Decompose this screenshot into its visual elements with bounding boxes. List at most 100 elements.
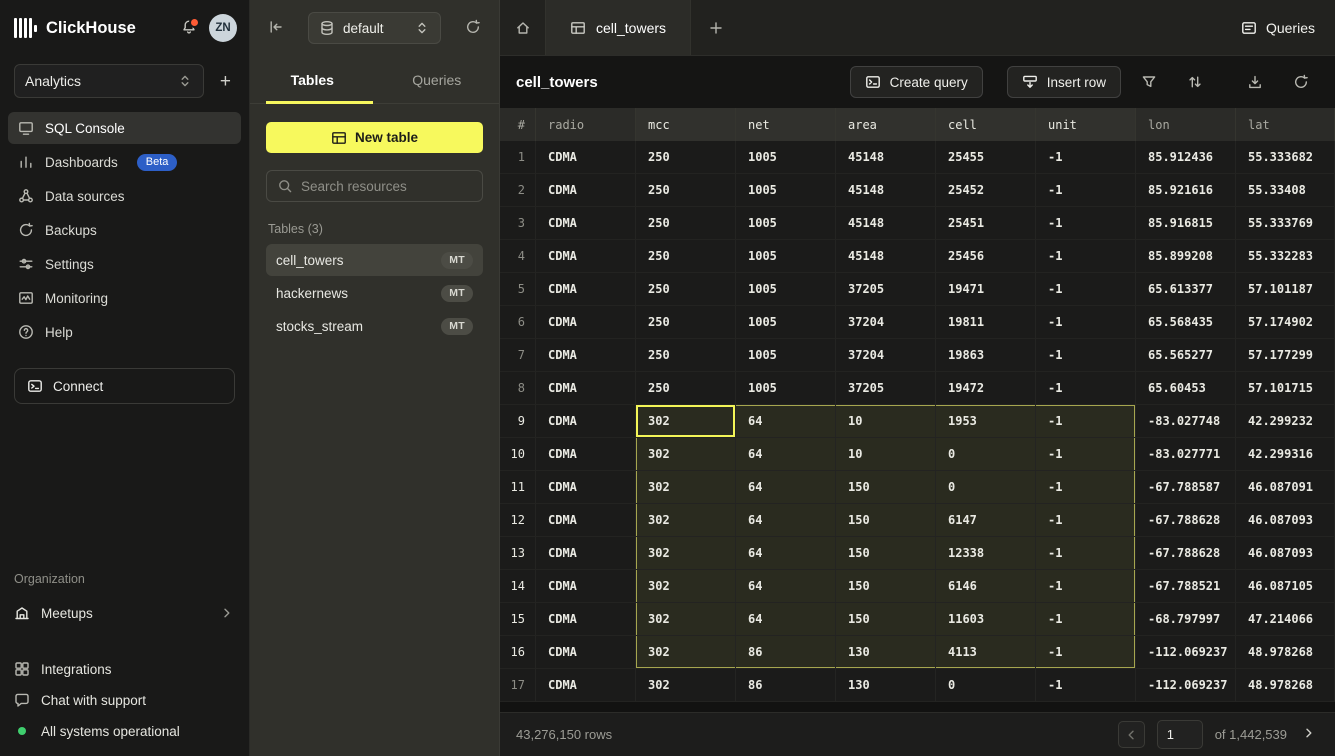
download-button[interactable]: [1237, 66, 1273, 98]
grid-cell[interactable]: CDMA: [536, 636, 636, 668]
new-tab-button[interactable]: [691, 0, 741, 55]
grid-cell[interactable]: 150: [836, 471, 936, 503]
sidebar-item-sql-console[interactable]: SQL Console: [8, 112, 241, 144]
new-table-button[interactable]: New table: [266, 122, 483, 153]
grid-cell[interactable]: -1: [1036, 570, 1136, 602]
grid-cell[interactable]: CDMA: [536, 669, 636, 701]
sidebar-item-help[interactable]: Help: [8, 316, 241, 348]
row-number[interactable]: 9: [500, 405, 536, 437]
grid-cell[interactable]: 250: [636, 273, 736, 305]
row-number[interactable]: 13: [500, 537, 536, 569]
row-number[interactable]: 6: [500, 306, 536, 338]
row-number[interactable]: 14: [500, 570, 536, 602]
grid-cell[interactable]: 1953: [936, 405, 1036, 437]
row-number[interactable]: 10: [500, 438, 536, 470]
grid-cell[interactable]: 250: [636, 141, 736, 173]
grid-cell[interactable]: -1: [1036, 240, 1136, 272]
grid-cell[interactable]: 0: [936, 471, 1036, 503]
table-list-item-stocks-stream[interactable]: stocks_streamMT: [266, 310, 483, 342]
grid-cell[interactable]: CDMA: [536, 174, 636, 206]
grid-cell[interactable]: -67.788587: [1136, 471, 1236, 503]
grid-cell[interactable]: -1: [1036, 273, 1136, 305]
grid-cell[interactable]: 86: [736, 669, 836, 701]
grid-cell[interactable]: 64: [736, 471, 836, 503]
sidebar-item-backups[interactable]: Backups: [8, 214, 241, 246]
grid-cell[interactable]: 64: [736, 504, 836, 536]
grid-cell[interactable]: 55.332283: [1236, 240, 1335, 272]
grid-cell[interactable]: 65.565277: [1136, 339, 1236, 371]
tab-queries[interactable]: Queries: [375, 56, 500, 103]
grid-cell[interactable]: 19471: [936, 273, 1036, 305]
grid-cell[interactable]: 25452: [936, 174, 1036, 206]
grid-cell[interactable]: 86: [736, 636, 836, 668]
grid-cell[interactable]: 65.613377: [1136, 273, 1236, 305]
row-number[interactable]: 16: [500, 636, 536, 668]
connect-button[interactable]: Connect: [14, 368, 235, 404]
grid-cell[interactable]: CDMA: [536, 207, 636, 239]
grid-cell[interactable]: -1: [1036, 207, 1136, 239]
grid-cell[interactable]: 6146: [936, 570, 1036, 602]
grid-cell[interactable]: CDMA: [536, 372, 636, 404]
column-header-lon[interactable]: lon: [1136, 108, 1236, 141]
row-number[interactable]: 17: [500, 669, 536, 701]
sidebar-item-monitoring[interactable]: Monitoring: [8, 282, 241, 314]
page-input[interactable]: [1157, 720, 1203, 749]
grid-cell[interactable]: 48.978268: [1236, 669, 1335, 701]
grid-cell[interactable]: 302: [636, 669, 736, 701]
tab-tables[interactable]: Tables: [250, 56, 375, 103]
grid-cell[interactable]: 250: [636, 339, 736, 371]
grid-cell[interactable]: CDMA: [536, 240, 636, 272]
grid-cell[interactable]: 25456: [936, 240, 1036, 272]
grid-cell[interactable]: 85.921616: [1136, 174, 1236, 206]
table-list-item-cell-towers[interactable]: cell_towersMT: [266, 244, 483, 276]
refresh-table-button[interactable]: [1283, 66, 1319, 98]
grid-cell[interactable]: CDMA: [536, 537, 636, 569]
row-number[interactable]: 2: [500, 174, 536, 206]
grid-cell[interactable]: 64: [736, 603, 836, 635]
grid-cell[interactable]: 1005: [736, 339, 836, 371]
grid-cell[interactable]: 64: [736, 438, 836, 470]
grid-cell[interactable]: -112.069237: [1136, 636, 1236, 668]
grid-cell[interactable]: 19863: [936, 339, 1036, 371]
prev-page-button[interactable]: [1118, 721, 1145, 748]
grid-cell[interactable]: 45148: [836, 141, 936, 173]
refresh-tables-button[interactable]: [461, 15, 485, 42]
grid-cell[interactable]: 57.101187: [1236, 273, 1335, 305]
grid-cell[interactable]: 42.299232: [1236, 405, 1335, 437]
grid-cell[interactable]: 64: [736, 537, 836, 569]
tab-cell-towers[interactable]: cell_towers: [546, 0, 691, 55]
grid-cell[interactable]: CDMA: [536, 438, 636, 470]
grid-cell[interactable]: CDMA: [536, 504, 636, 536]
grid-cell[interactable]: 65.60453: [1136, 372, 1236, 404]
insert-row-button[interactable]: Insert row: [1007, 66, 1121, 98]
grid-cell[interactable]: -1: [1036, 372, 1136, 404]
grid-cell[interactable]: 57.101715: [1236, 372, 1335, 404]
grid-cell[interactable]: 4113: [936, 636, 1036, 668]
grid-cell[interactable]: CDMA: [536, 339, 636, 371]
sidebar-footer-item-integrations[interactable]: Integrations: [14, 656, 235, 682]
grid-cell[interactable]: 1005: [736, 174, 836, 206]
row-number[interactable]: 5: [500, 273, 536, 305]
grid-cell[interactable]: 302: [636, 570, 736, 602]
grid-cell[interactable]: -68.797997: [1136, 603, 1236, 635]
grid-cell[interactable]: 130: [836, 636, 936, 668]
grid-cell[interactable]: -67.788628: [1136, 504, 1236, 536]
column-header-row-number[interactable]: #: [500, 108, 536, 141]
next-page-button[interactable]: [1299, 723, 1319, 746]
column-header-net[interactable]: net: [736, 108, 836, 141]
grid-cell[interactable]: 250: [636, 372, 736, 404]
sort-button[interactable]: [1177, 66, 1213, 98]
grid-cell[interactable]: 302: [636, 405, 736, 437]
grid-cell[interactable]: 250: [636, 240, 736, 272]
grid-cell[interactable]: 85.912436: [1136, 141, 1236, 173]
grid-cell[interactable]: 1005: [736, 240, 836, 272]
grid-cell[interactable]: -1: [1036, 504, 1136, 536]
grid-cell[interactable]: 10: [836, 438, 936, 470]
row-number[interactable]: 4: [500, 240, 536, 272]
grid-cell[interactable]: 37204: [836, 339, 936, 371]
grid-cell[interactable]: 6147: [936, 504, 1036, 536]
grid-cell[interactable]: -1: [1036, 471, 1136, 503]
row-number[interactable]: 1: [500, 141, 536, 173]
column-header-mcc[interactable]: mcc: [636, 108, 736, 141]
grid-cell[interactable]: 57.174902: [1236, 306, 1335, 338]
